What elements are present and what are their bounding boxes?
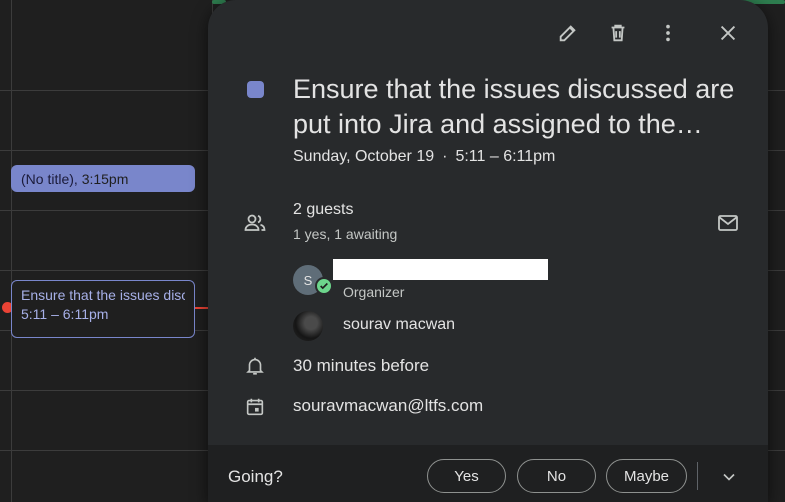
pencil-icon bbox=[559, 25, 576, 42]
calendar-icon bbox=[242, 394, 268, 420]
event-time: 3:15pm bbox=[81, 171, 129, 187]
event-date: Sunday, October 19 bbox=[293, 148, 435, 165]
rsvp-maybe-button[interactable]: Maybe bbox=[606, 459, 687, 493]
close-icon bbox=[720, 25, 736, 41]
separator: · bbox=[442, 148, 448, 165]
close-button[interactable] bbox=[711, 16, 745, 50]
chevron-down-icon bbox=[723, 473, 735, 481]
more-options-button[interactable] bbox=[651, 16, 685, 50]
avatar-letter: S bbox=[303, 272, 313, 288]
event-time: 5:11 – 6:11pm bbox=[21, 306, 109, 322]
event-time: 5:11 – 6:11pm bbox=[455, 148, 556, 165]
guest-name: sourav macwan bbox=[343, 316, 456, 333]
going-label: Going? bbox=[228, 467, 283, 486]
mail-icon bbox=[718, 215, 738, 231]
grid-line bbox=[11, 0, 12, 502]
rsvp-footer: Going? Yes No Maybe bbox=[208, 445, 768, 502]
redacted-name bbox=[333, 259, 548, 280]
event-title: Ensure that the issues discussed are put… bbox=[21, 287, 185, 303]
guests-count: 2 guests bbox=[293, 201, 354, 218]
bell-icon bbox=[242, 353, 268, 379]
more-vert-icon bbox=[666, 24, 670, 42]
reminder-text: 30 minutes before bbox=[293, 356, 430, 375]
event-datetime: Sunday, October 19 · 5:11 – 6:11pm bbox=[293, 148, 555, 166]
event-color-swatch bbox=[247, 81, 264, 98]
rsvp-yes-button[interactable]: Yes bbox=[427, 459, 506, 493]
event-title: (No title), bbox=[21, 171, 78, 187]
rsvp-no-button[interactable]: No bbox=[517, 459, 596, 493]
delete-event-button[interactable] bbox=[601, 16, 635, 50]
calendar-event-selected[interactable]: Ensure that the issues discussed are put… bbox=[11, 280, 195, 338]
trash-icon bbox=[611, 24, 625, 42]
edit-event-button[interactable] bbox=[551, 16, 585, 50]
calendar-event-no-title[interactable]: (No title), 3:15pm bbox=[11, 165, 195, 192]
divider bbox=[697, 462, 698, 490]
calendar-owner: souravmacwan@ltfs.com bbox=[293, 396, 484, 415]
guests-summary: 1 yes, 1 awaiting bbox=[293, 226, 398, 242]
email-guests-button[interactable] bbox=[713, 208, 743, 238]
people-icon bbox=[242, 210, 268, 236]
event-title: Ensure that the issues discussed are put… bbox=[293, 74, 735, 139]
organizer-label: Organizer bbox=[343, 284, 405, 300]
event-details-popup: Ensure that the issues discussed are put… bbox=[208, 0, 768, 502]
rsvp-options-button[interactable] bbox=[714, 462, 744, 492]
avatar[interactable] bbox=[293, 311, 323, 341]
accepted-check-icon bbox=[315, 277, 333, 295]
